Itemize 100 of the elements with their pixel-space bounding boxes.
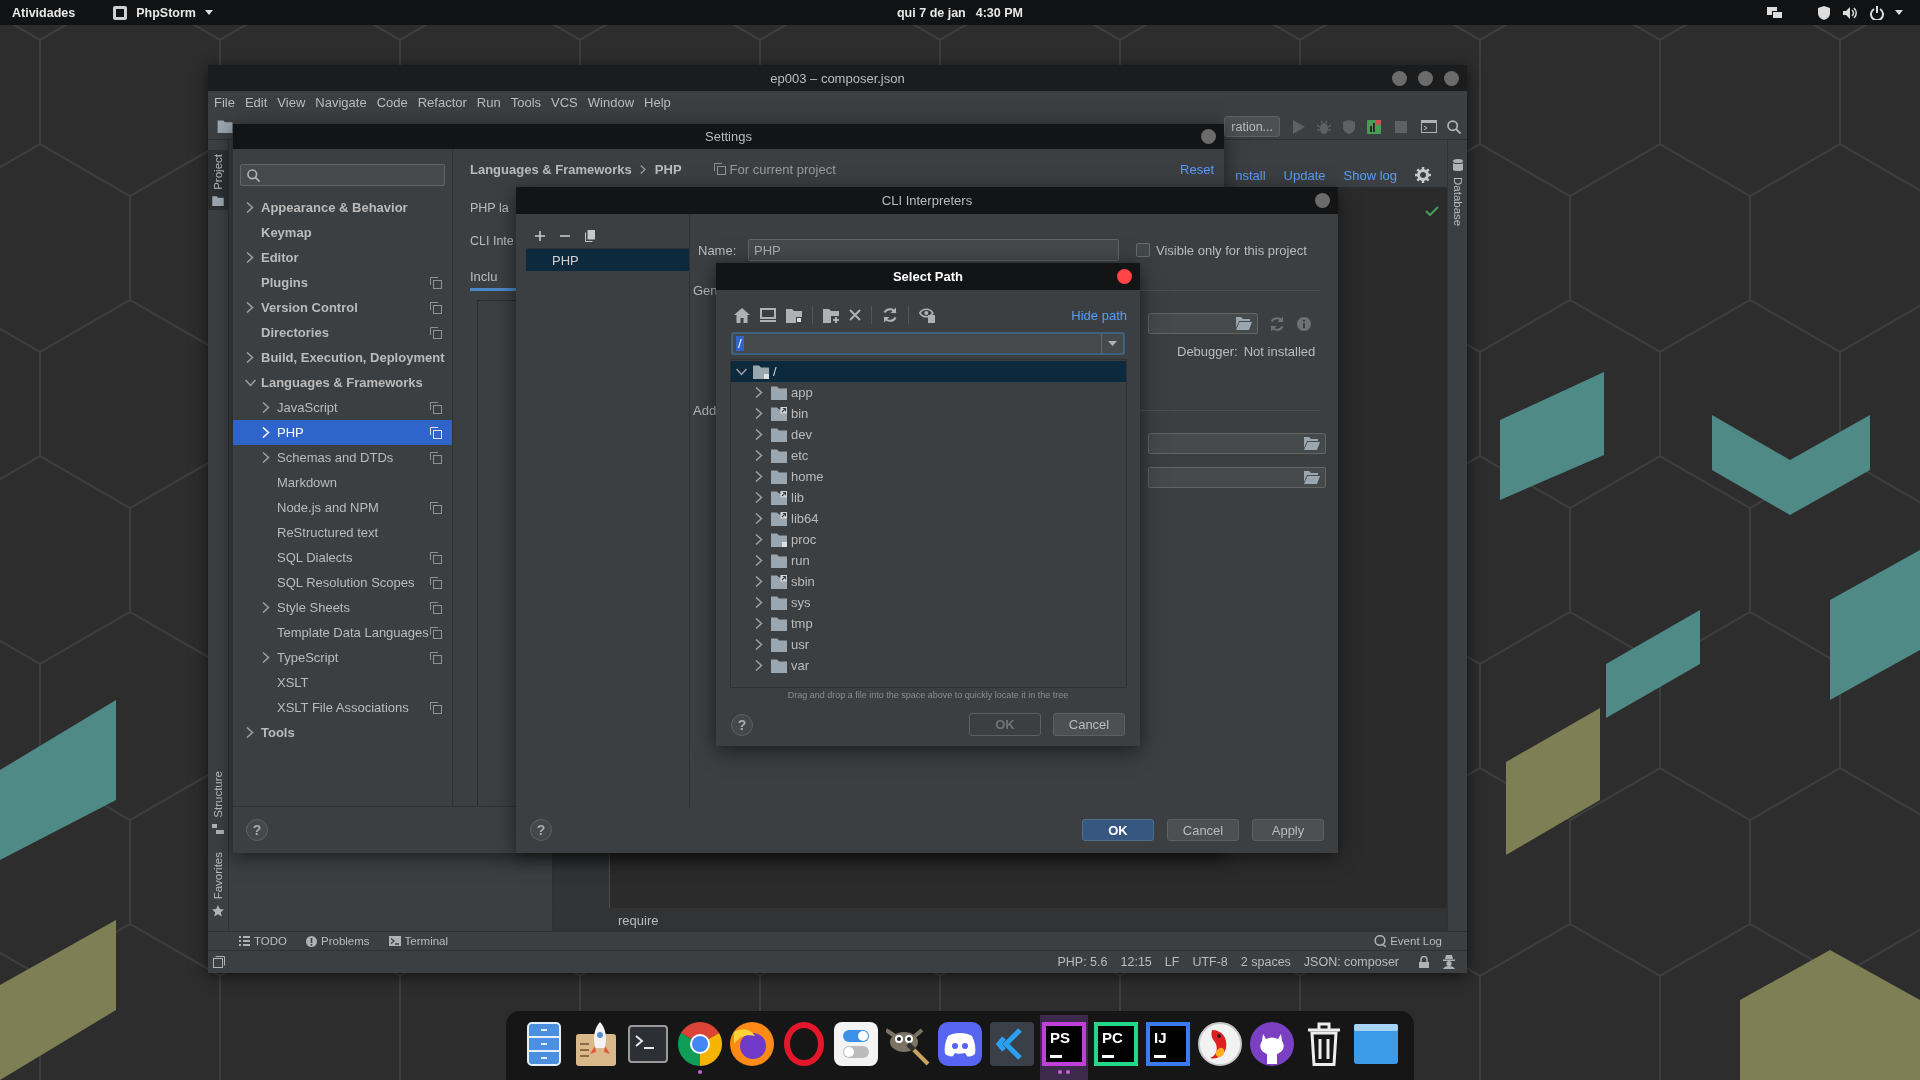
- shield-icon[interactable]: [1818, 5, 1830, 20]
- tree-item[interactable]: etc: [731, 445, 1126, 466]
- tree-item[interactable]: lib64: [731, 508, 1126, 529]
- speaker-icon[interactable]: [1843, 6, 1857, 19]
- sidebar-item[interactable]: Plugins: [233, 270, 452, 295]
- menu-item[interactable]: Run: [476, 95, 501, 110]
- menu-item[interactable]: Help: [644, 95, 671, 110]
- rocket-icon[interactable]: [576, 1022, 616, 1066]
- sidebar-item[interactable]: Template Data Languages: [233, 620, 452, 645]
- tree-item[interactable]: tmp: [731, 613, 1126, 634]
- clock-button[interactable]: qui 7 de jan 4:30 PM: [897, 5, 1023, 20]
- window-icon[interactable]: [1421, 120, 1437, 133]
- menu-item[interactable]: Edit: [244, 95, 268, 110]
- chevron-right-icon[interactable]: [755, 387, 763, 398]
- trash-icon[interactable]: [1305, 1022, 1343, 1066]
- terminal-icon[interactable]: [628, 1025, 668, 1063]
- chevron-right-icon[interactable]: [755, 450, 763, 461]
- close-button[interactable]: [1201, 129, 1216, 144]
- sidebar-item[interactable]: XSLT File Associations: [233, 695, 452, 720]
- dialog-button[interactable]: OK: [1082, 819, 1154, 841]
- lock-icon[interactable]: [1419, 956, 1429, 968]
- tool-window-tab[interactable]: Project: [208, 150, 228, 210]
- sidebar-item[interactable]: JavaScript: [233, 395, 452, 420]
- monitor-icon[interactable]: [760, 308, 776, 322]
- tree-item[interactable]: lib: [731, 487, 1126, 508]
- cross-icon[interactable]: [849, 309, 861, 321]
- status-item[interactable]: PHP: 5.6: [1057, 955, 1108, 969]
- tool-window-button[interactable]: Problems: [306, 935, 370, 947]
- menu-item[interactable]: Refactor: [417, 95, 467, 110]
- minimize-button[interactable]: [1392, 70, 1407, 86]
- sidebar-item[interactable]: Keymap: [233, 220, 452, 245]
- cat-circle-icon[interactable]: [1250, 1022, 1294, 1066]
- chevron-right-icon[interactable]: [262, 652, 270, 663]
- tree-item[interactable]: bin: [731, 403, 1126, 424]
- menu-item[interactable]: Tools: [510, 95, 542, 110]
- caret-down-icon[interactable]: [1108, 341, 1117, 346]
- bars-icon[interactable]: [1367, 119, 1381, 134]
- help-button[interactable]: ?: [731, 713, 753, 736]
- run-configuration-button[interactable]: ration...: [1224, 116, 1280, 137]
- action-link[interactable]: Update: [1283, 168, 1326, 183]
- sidebar-item[interactable]: Languages & Frameworks: [233, 370, 452, 395]
- activities-button[interactable]: Atividades: [12, 5, 76, 20]
- dialog-button[interactable]: Apply: [1252, 819, 1324, 841]
- folder-open-icon[interactable]: [1304, 437, 1320, 450]
- app-tile[interactable]: PC: [1094, 1022, 1138, 1066]
- chevron-right-icon[interactable]: [755, 555, 763, 566]
- chevron-tile-icon[interactable]: [990, 1022, 1034, 1066]
- app-tile[interactable]: IJ: [1146, 1022, 1190, 1066]
- sidebar-item[interactable]: Appearance & Behavior: [233, 195, 452, 220]
- input-field[interactable]: PHP: [748, 239, 1119, 261]
- chevron-right-icon[interactable]: [755, 660, 763, 671]
- menu-item[interactable]: VCS: [551, 95, 578, 110]
- status-item[interactable]: UTF-8: [1192, 955, 1228, 969]
- chevron-right-icon[interactable]: [755, 576, 763, 587]
- sidebar-item[interactable]: Schemas and DTDs: [233, 445, 452, 470]
- sidebar-item[interactable]: ReStructured text: [233, 520, 452, 545]
- chevron-right-icon[interactable]: [246, 302, 254, 313]
- chevron-right-icon[interactable]: [755, 492, 763, 503]
- breadcrumb-item[interactable]: require: [618, 912, 659, 928]
- sidebar-item[interactable]: Build, Execution, Deployment: [233, 345, 452, 370]
- app-menu-button[interactable]: PhpStorm: [113, 5, 213, 20]
- checkbox-label[interactable]: Visible only for this project: [1156, 242, 1307, 258]
- reset-link[interactable]: Reset: [1180, 161, 1214, 177]
- power-icon[interactable]: [1870, 5, 1884, 20]
- caret-icon[interactable]: [1895, 10, 1903, 15]
- dialog-button[interactable]: Cancel: [1167, 819, 1239, 841]
- person-icon[interactable]: [1442, 955, 1456, 969]
- menu-item[interactable]: Navigate: [315, 95, 367, 110]
- input-field[interactable]: [1148, 433, 1326, 454]
- copy-icon[interactable]: [585, 230, 595, 242]
- new-folder-icon[interactable]: [823, 307, 839, 323]
- segmented-circle-icon[interactable]: [678, 1022, 722, 1066]
- status-item[interactable]: JSON: composer: [1303, 955, 1399, 969]
- bird-circle-icon[interactable]: [1198, 1022, 1242, 1066]
- chevron-down-icon[interactable]: [735, 367, 747, 376]
- input-field[interactable]: [1148, 313, 1258, 334]
- chevron-right-icon[interactable]: [755, 597, 763, 608]
- sidebar-item[interactable]: Directories: [233, 320, 452, 345]
- path-field[interactable]: /: [731, 332, 1125, 355]
- tool-window-button[interactable]: Terminal: [388, 935, 449, 947]
- tree-item[interactable]: sys: [731, 592, 1126, 613]
- menu-item[interactable]: File: [214, 95, 235, 110]
- toggle-switches-icon[interactable]: [834, 1022, 878, 1066]
- sidebar-item[interactable]: TypeScript: [233, 645, 452, 670]
- sidebar-item[interactable]: Editor: [233, 245, 452, 270]
- tree-item[interactable]: run: [731, 550, 1126, 571]
- refresh-icon[interactable]: [882, 307, 898, 323]
- list-item[interactable]: PHP: [526, 249, 689, 271]
- checkbox[interactable]: [1136, 243, 1150, 257]
- chevron-right-icon[interactable]: [246, 252, 254, 263]
- status-item[interactable]: 12:15: [1120, 955, 1152, 969]
- sidebar-item[interactable]: SQL Dialects: [233, 545, 452, 570]
- drawers-icon[interactable]: [527, 1022, 561, 1066]
- tree-item[interactable]: proc: [731, 529, 1126, 550]
- app-tile[interactable]: PS: [1042, 1022, 1086, 1066]
- tree-item[interactable]: home: [731, 466, 1126, 487]
- chevron-right-icon[interactable]: [755, 471, 763, 482]
- maximize-button[interactable]: [1418, 70, 1433, 86]
- tool-window-tab[interactable]: Database: [1448, 155, 1468, 231]
- sidebar-item[interactable]: Style Sheets: [233, 595, 452, 620]
